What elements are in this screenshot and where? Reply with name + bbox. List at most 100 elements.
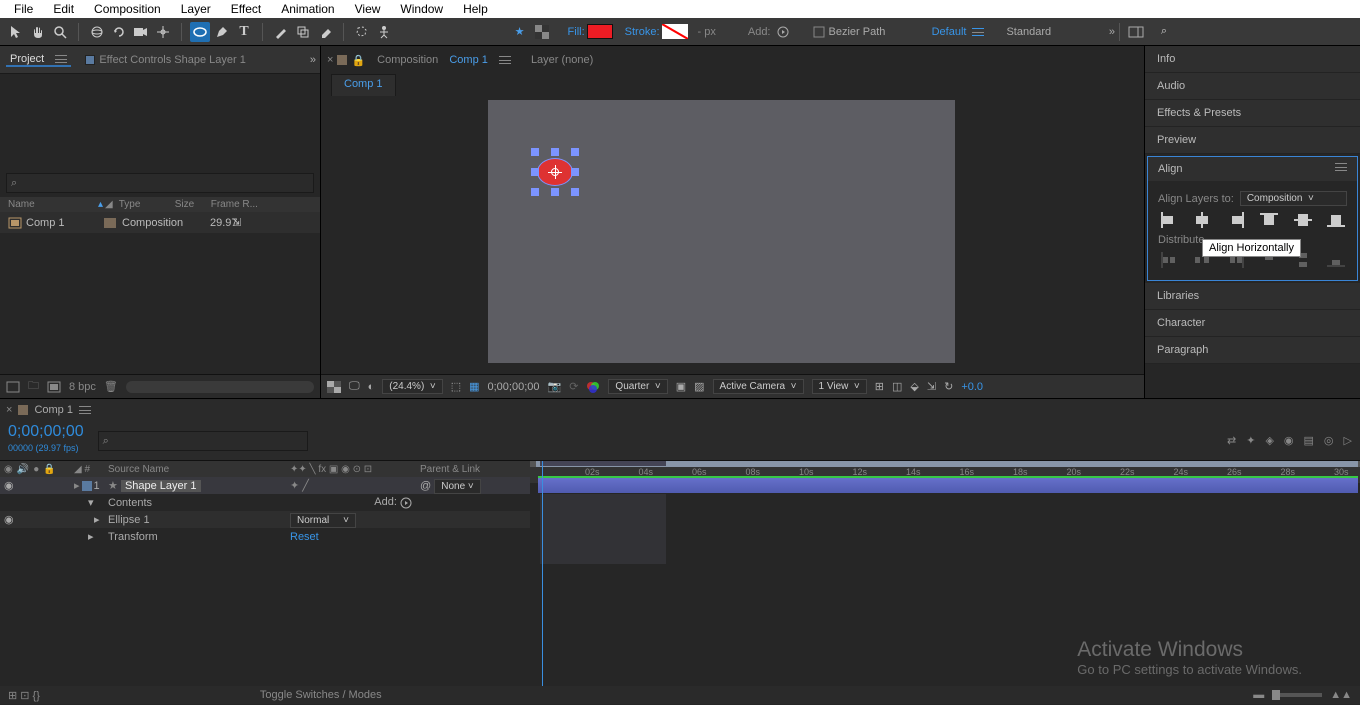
overflow-icon[interactable]: » xyxy=(1109,26,1113,38)
menu-composition[interactable]: Composition xyxy=(84,2,171,16)
flowchart-icon[interactable]: ⇲ xyxy=(927,380,936,393)
menu-animation[interactable]: Animation xyxy=(271,2,344,16)
align-top-icon[interactable] xyxy=(1260,212,1278,228)
composition-tab[interactable]: Composition Comp 1 xyxy=(369,51,519,69)
align-menu-icon[interactable] xyxy=(1335,163,1347,171)
bezier-check[interactable]: Bezier Path xyxy=(813,26,886,38)
folder-icon[interactable]: 🗀 xyxy=(28,377,39,396)
attach-icon[interactable]: ◎ xyxy=(1324,434,1334,447)
view-dropdown[interactable]: 1 View ˅ xyxy=(812,379,867,394)
bpc-label[interactable]: 8 bpc xyxy=(69,381,96,393)
res-icon[interactable]: ⬚ xyxy=(451,380,461,393)
grid-icon[interactable]: ▦ xyxy=(469,380,479,393)
hand-tool-icon[interactable] xyxy=(28,22,48,42)
exposure-value[interactable]: +0.0 xyxy=(961,381,983,393)
menu-window[interactable]: Window xyxy=(390,2,453,16)
interpret-icon[interactable] xyxy=(6,381,20,393)
align-left-icon[interactable] xyxy=(1160,212,1178,228)
anchor-tool-icon[interactable] xyxy=(153,22,173,42)
region-icon[interactable]: ▣ xyxy=(676,380,686,393)
brush-tool-icon[interactable] xyxy=(271,22,291,42)
zoom-in-icon[interactable]: ▲▲ xyxy=(1330,689,1352,701)
timeline-track-area[interactable]: 02s04s06s08s10s12s14s16s18s20s22s24s26s2… xyxy=(530,461,1360,686)
timeline-search[interactable]: ⌕ xyxy=(98,431,308,451)
graph-icon[interactable]: ▤ xyxy=(1304,434,1314,447)
layer-bar[interactable] xyxy=(538,478,1358,493)
render-icon[interactable]: ▷ xyxy=(1344,434,1352,447)
contents-row[interactable]: ▾ Contents Add: xyxy=(0,494,530,511)
puppet-tool-icon[interactable] xyxy=(374,22,394,42)
viewport[interactable] xyxy=(321,96,1144,374)
toggle-switches[interactable]: Toggle Switches / Modes xyxy=(260,689,382,701)
color-mgmt-icon[interactable] xyxy=(586,380,600,394)
checker-icon[interactable] xyxy=(532,22,552,42)
menu-edit[interactable]: Edit xyxy=(43,2,84,16)
zoom-tool-icon[interactable] xyxy=(50,22,70,42)
orbit-tool-icon[interactable] xyxy=(87,22,107,42)
camera-tool-icon[interactable] xyxy=(131,22,151,42)
workspace-standard[interactable]: Standard xyxy=(1006,26,1051,38)
fill-swatch[interactable] xyxy=(587,24,613,39)
reset-exposure-icon[interactable]: ↻ xyxy=(944,380,953,393)
align-bottom-icon[interactable] xyxy=(1327,212,1345,228)
transform-row[interactable]: ▸ Transform Reset xyxy=(0,528,530,545)
effect-controls-tab[interactable]: Effect Controls Shape Layer 1 xyxy=(81,54,250,66)
new-comp-icon[interactable] xyxy=(47,381,61,393)
paragraph-panel-header[interactable]: Paragraph xyxy=(1145,337,1360,364)
eye-icon[interactable]: ◉ xyxy=(4,513,14,526)
quality-dropdown[interactable]: Quarter ˅ xyxy=(608,379,667,394)
stroke-label[interactable]: Stroke: xyxy=(625,26,660,38)
libraries-panel-header[interactable]: Libraries xyxy=(1145,283,1360,310)
menu-effect[interactable]: Effect xyxy=(221,2,271,16)
time-display[interactable]: 0;00;00;00 xyxy=(488,381,540,393)
camera-dropdown[interactable]: Active Camera ˅ xyxy=(713,379,804,394)
panel-icon[interactable] xyxy=(1126,22,1146,42)
text-tool-icon[interactable]: T xyxy=(234,22,254,42)
align-right-icon[interactable] xyxy=(1227,212,1245,228)
fill-label[interactable]: Fill: xyxy=(568,26,585,38)
comp-mini-icon[interactable]: ⇄ xyxy=(1227,434,1236,447)
zoom-dropdown[interactable]: (24.4%) ˅ xyxy=(382,379,442,394)
parent-pickwhip-icon[interactable]: @ xyxy=(420,480,431,492)
parent-dropdown[interactable]: None ˅ xyxy=(434,479,481,494)
star-icon[interactable]: ★ xyxy=(510,22,530,42)
stroke-px[interactable]: - px xyxy=(698,26,716,38)
eraser-tool-icon[interactable] xyxy=(315,22,335,42)
renderer-icon[interactable]: ⬙ xyxy=(910,380,918,393)
selection-tool-icon[interactable] xyxy=(6,22,26,42)
roto-tool-icon[interactable] xyxy=(352,22,372,42)
menu-file[interactable]: File xyxy=(4,2,43,16)
align-vcenter-icon[interactable] xyxy=(1294,212,1312,228)
eye-icon[interactable]: ◉ xyxy=(4,479,14,492)
menu-help[interactable]: Help xyxy=(453,2,498,16)
effects-panel-header[interactable]: Effects & Presets xyxy=(1145,100,1360,127)
add-contents-icon[interactable] xyxy=(400,496,412,508)
project-search[interactable]: ⌕ xyxy=(6,173,314,193)
zoom-out-icon[interactable]: ▬ xyxy=(1253,689,1264,701)
trash-icon[interactable]: 🗑 xyxy=(104,380,118,393)
ellipse-row[interactable]: ◉ ▸ Ellipse 1 Normal ˅ xyxy=(0,511,530,528)
ellipse-tool-icon[interactable] xyxy=(190,22,210,42)
timeline-tab[interactable]: Comp 1 xyxy=(34,404,73,416)
stroke-swatch[interactable] xyxy=(662,24,688,39)
help-search-icon[interactable]: ⌕ xyxy=(1154,22,1174,42)
transparency-icon[interactable]: ▨ xyxy=(694,380,704,393)
panel-overflow-icon[interactable]: » xyxy=(310,54,314,66)
shy-icon[interactable]: ✦ xyxy=(1246,434,1255,447)
tl-footer-icons[interactable]: ⊞ ⊡ {} xyxy=(8,689,40,702)
pen-tool-icon[interactable] xyxy=(212,22,232,42)
project-tab[interactable]: Project xyxy=(6,53,71,67)
menu-layer[interactable]: Layer xyxy=(171,2,221,16)
vr-icon[interactable]: ⊞ xyxy=(875,380,884,393)
align-to-dropdown[interactable]: Composition ˅ xyxy=(1240,191,1347,206)
audio-panel-header[interactable]: Audio xyxy=(1145,73,1360,100)
layer-name[interactable]: Shape Layer 1 xyxy=(121,480,201,492)
info-panel-header[interactable]: Info xyxy=(1145,46,1360,73)
layer-tab[interactable]: Layer (none) xyxy=(523,51,601,69)
show-snapshot-icon[interactable]: ⟳ xyxy=(569,380,578,393)
preview-panel-header[interactable]: Preview xyxy=(1145,127,1360,154)
align-hcenter-icon[interactable] xyxy=(1193,212,1211,228)
selected-shape[interactable] xyxy=(533,150,577,194)
character-panel-header[interactable]: Character xyxy=(1145,310,1360,337)
mode-dropdown[interactable]: Normal ˅ xyxy=(290,513,356,528)
